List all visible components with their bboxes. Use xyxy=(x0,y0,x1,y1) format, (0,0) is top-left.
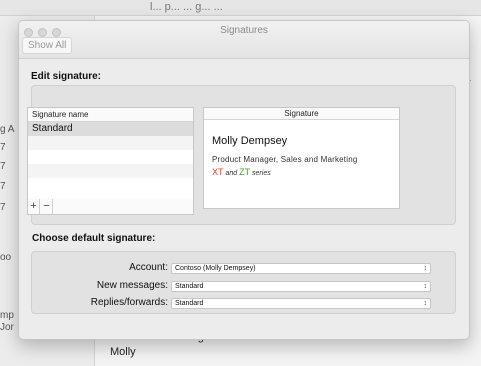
signature-preview[interactable]: Signature Molly Dempsey Product Manager,… xyxy=(203,107,400,209)
series-and-text: and xyxy=(223,170,240,177)
signature-list[interactable]: Signature name Standard xyxy=(27,107,194,200)
signature-name-column-header[interactable]: Signature name xyxy=(28,108,193,122)
signature-person-name: Molly Dempsey xyxy=(212,135,288,147)
background-toolbar: l... p... ... g... ... xyxy=(0,0,481,16)
signature-list-empty-row xyxy=(28,150,193,164)
select-arrows-icon: ↕ xyxy=(423,283,428,290)
series-word-text: series xyxy=(250,170,271,177)
account-select[interactable]: Contoso (Molly Dempsey) ↕ xyxy=(171,263,431,274)
replies-forwards-select-value: Standard xyxy=(175,300,204,307)
edit-signature-heading: Edit signature: xyxy=(31,71,102,82)
series-zt-text: ZT xyxy=(239,167,251,177)
signature-list-empty-row xyxy=(28,178,193,192)
replies-forwards-label: Replies/forwards: xyxy=(90,297,168,308)
new-messages-select-value: Standard xyxy=(175,283,204,290)
signature-preview-header: Signature xyxy=(204,108,399,120)
window-title: Signatures xyxy=(220,25,268,36)
new-messages-select[interactable]: Standard ↕ xyxy=(171,281,431,292)
add-signature-button[interactable]: + xyxy=(28,199,40,214)
account-label: Account: xyxy=(129,262,168,273)
signature-list-footer: + − xyxy=(27,199,194,215)
remove-signature-button[interactable]: − xyxy=(41,199,53,214)
signature-series-line: XT and ZT series xyxy=(212,167,271,177)
background-toolbar-text: l... p... ... g... ... xyxy=(150,1,223,13)
replies-forwards-select[interactable]: Standard ↕ xyxy=(171,298,431,309)
select-arrows-icon: ↕ xyxy=(423,300,428,307)
select-arrows-icon: ↕ xyxy=(423,265,428,272)
default-signature-heading: Choose default signature: xyxy=(32,233,156,244)
signature-list-item[interactable]: Standard xyxy=(28,122,193,136)
account-select-value: Contoso (Molly Dempsey) xyxy=(175,265,256,272)
signature-list-empty-row xyxy=(28,136,193,150)
message-signoff: Molly xyxy=(110,346,136,358)
window-titlebar: Signatures Show All xyxy=(19,21,469,59)
signature-list-empty-row xyxy=(28,164,193,178)
series-xt-text: XT xyxy=(212,167,224,177)
show-all-button[interactable]: Show All xyxy=(22,37,73,54)
new-messages-label: New messages: xyxy=(96,280,168,291)
signature-job-title: Product Manager, Sales and Marketing xyxy=(212,155,358,164)
